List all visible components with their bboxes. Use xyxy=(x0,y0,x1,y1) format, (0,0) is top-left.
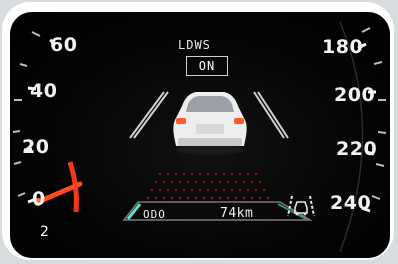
odometer-value: 74km xyxy=(220,206,254,221)
instrument-cluster-display: 60 40 20 0 180 200 220 240 LDWS ON ODO 7… xyxy=(10,12,390,258)
dashboard-frame: 60 40 20 0 180 200 220 240 LDWS ON ODO 7… xyxy=(2,2,394,260)
lane-scene xyxy=(122,91,313,221)
lane-assist-icon xyxy=(287,195,315,217)
car-icon xyxy=(173,92,247,155)
road-dots xyxy=(146,172,270,200)
figure-number: 2 xyxy=(40,224,49,240)
odometer-label: ODO xyxy=(143,208,166,221)
